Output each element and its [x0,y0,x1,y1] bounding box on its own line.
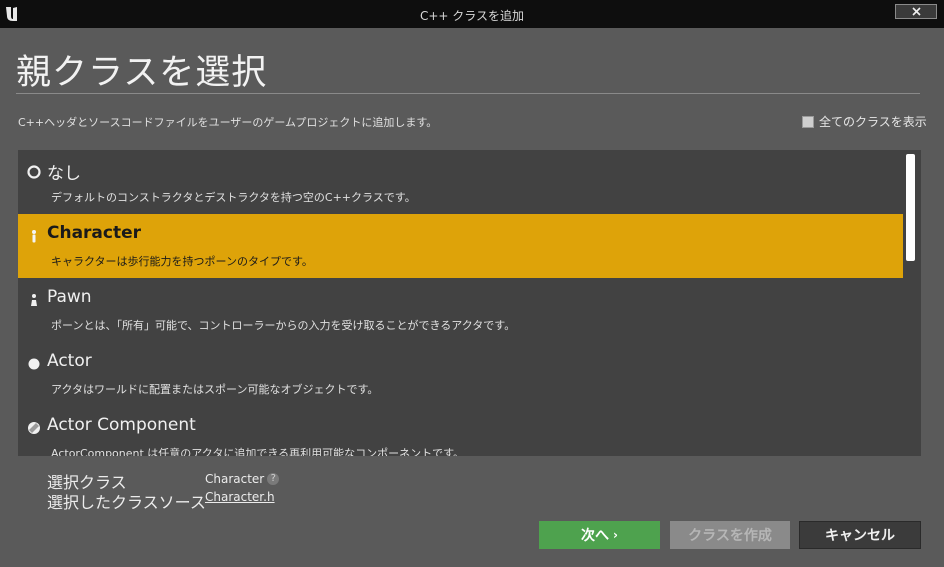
selected-source-label: 選択したクラスソース [47,493,206,512]
show-all-classes-label: 全てのクラスを表示 [819,115,927,129]
class-item-description: デフォルトのコンストラクタとデストラクタを持つ空のC++クラスです。 [51,191,416,204]
class-item-name: Character [47,223,142,243]
class-item-description: アクタはワールドに配置またはスポーン可能なオブジェクトです。 [51,383,379,396]
next-button[interactable]: 次へ › [539,521,660,549]
class-item-name: Pawn [47,287,92,307]
chevron-right-icon: › [613,528,618,542]
actor-component-icon [28,422,40,434]
pawn-icon [31,294,37,306]
none-circle-icon [27,165,41,179]
class-item-name: Actor Component [47,415,196,435]
close-icon [911,7,921,16]
actor-icon [28,358,40,370]
help-icon[interactable]: ? [267,473,280,485]
class-item-character[interactable]: Character キャラクターは歩行能力を持つポーンのタイプです。 [18,214,903,278]
character-icon [32,230,36,243]
class-item-description: ポーンとは、「所有」可能で、コントローラーからの入力を受け取ることができるアクタ… [51,319,516,332]
show-all-classes-toggle[interactable]: 全てのクラスを表示 [802,113,927,130]
title-bar: C++ クラスを追加 [0,0,944,28]
class-item-actor[interactable]: Actor アクタはワールドに配置またはスポーン可能なオブジェクトです。 [18,342,903,406]
class-list[interactable]: なし デフォルトのコンストラクタとデストラクタを持つ空のC++クラスです。 Ch… [18,150,921,456]
class-item-name: Actor [47,351,92,371]
class-item-description: キャラクターは歩行能力を持つポーンのタイプです。 [51,255,313,268]
close-button[interactable] [895,4,937,19]
dialog-description: C++ヘッダとソースコードファイルをユーザーのゲームプロジェクトに追加します。 [18,116,438,129]
class-item-description: ActorComponent は任意のアクタに追加できる再利用可能なコンポーネン… [51,447,464,456]
create-class-label: クラスを作成 [688,528,772,544]
scrollbar[interactable] [903,150,921,456]
window-title: C++ クラスを追加 [419,9,525,23]
cancel-label: キャンセル [825,528,895,544]
selected-class-name: Character [205,472,265,486]
class-item-pawn[interactable]: Pawn ポーンとは、「所有」可能で、コントローラーからの入力を受け取ることがで… [18,278,903,342]
class-item-name: なし [47,164,81,184]
create-class-button[interactable]: クラスを作成 [670,521,790,549]
selected-class-value: Character ? [205,472,280,486]
divider [16,93,920,94]
cancel-button[interactable]: キャンセル [799,521,921,549]
class-item-none[interactable]: なし デフォルトのコンストラクタとデストラクタを持つ空のC++クラスです。 [18,150,903,214]
selected-source-link[interactable]: Character.h [205,490,275,504]
next-button-label: 次へ [581,528,610,544]
page-title: 親クラスを選択 [16,53,268,93]
class-item-actor-component[interactable]: Actor Component ActorComponent は任意のアクタに追… [18,406,903,456]
show-all-classes-checkbox[interactable] [802,115,814,128]
scrollbar-thumb[interactable] [906,154,915,261]
